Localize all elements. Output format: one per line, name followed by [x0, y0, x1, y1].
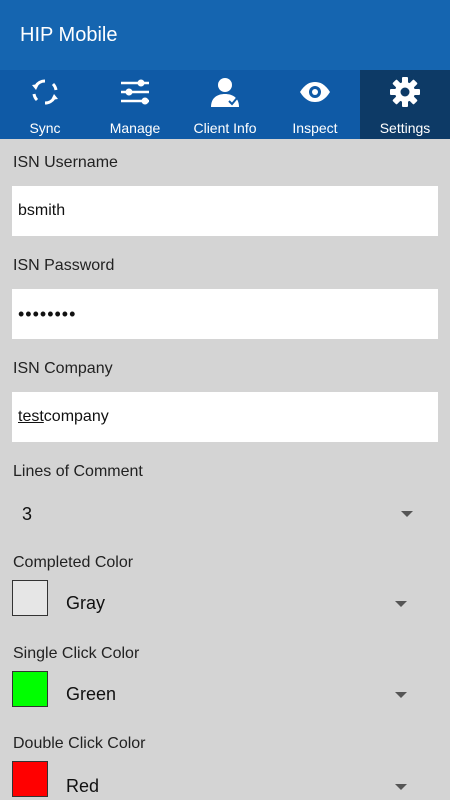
dropdown-arrow-icon [395, 784, 407, 790]
tab-inspect[interactable]: Inspect [270, 70, 360, 139]
password-label: ISN Password [13, 257, 115, 274]
double-click-color-value: Red [66, 776, 100, 796]
tab-manage[interactable]: Manage [90, 70, 180, 139]
company-label: ISN Company [13, 360, 113, 377]
tab-bar: Sync Manage Client Info Inspect Settings [0, 70, 450, 139]
tab-label: Manage [109, 120, 161, 136]
username-field[interactable]: bsmith [12, 186, 438, 236]
double-click-color-label: Double Click Color [13, 735, 146, 752]
tab-settings[interactable]: Settings [360, 70, 450, 139]
completed-color-value: Gray [66, 593, 106, 613]
password-field[interactable]: •••••••• [12, 289, 438, 339]
single-click-color-value: Green [66, 684, 117, 704]
username-label: ISN Username [13, 154, 118, 171]
tab-label: Client Info [193, 120, 257, 136]
sliders-icon [121, 79, 149, 105]
dropdown-arrow-icon [395, 692, 407, 698]
single-click-color-swatch [12, 671, 48, 707]
dropdown-arrow-icon [401, 511, 413, 517]
lines-of-comment-select[interactable]: 3 [12, 494, 438, 538]
lines-of-comment-label: Lines of Comment [13, 463, 143, 480]
company-value-underlined: test [18, 408, 44, 425]
dropdown-arrow-icon [395, 601, 407, 607]
tab-label: Settings [379, 120, 431, 136]
completed-color-select[interactable]: Gray [60, 583, 438, 627]
completed-color-label: Completed Color [13, 554, 134, 571]
single-click-color-label: Single Click Color [13, 645, 140, 662]
single-click-color-select[interactable]: Green [60, 674, 438, 718]
lines-of-comment-value: 3 [22, 504, 33, 524]
tab-label: Inspect [292, 120, 338, 136]
app-bar: HIP Mobile [0, 0, 450, 70]
tab-sync[interactable]: Sync [0, 70, 90, 139]
completed-color-swatch [12, 580, 48, 616]
company-field[interactable]: testcompany [12, 392, 438, 442]
tab-client-info[interactable]: Client Info [180, 70, 270, 139]
double-click-color-swatch [12, 761, 48, 797]
double-click-color-select[interactable]: Red [60, 756, 438, 800]
person-icon [211, 78, 239, 107]
sync-icon [32, 79, 58, 105]
eye-icon [300, 82, 330, 102]
gear-icon [390, 77, 420, 107]
company-value-rest: company [43, 408, 109, 425]
app-title: HIP Mobile [20, 24, 118, 46]
tab-label: Sync [29, 120, 61, 136]
